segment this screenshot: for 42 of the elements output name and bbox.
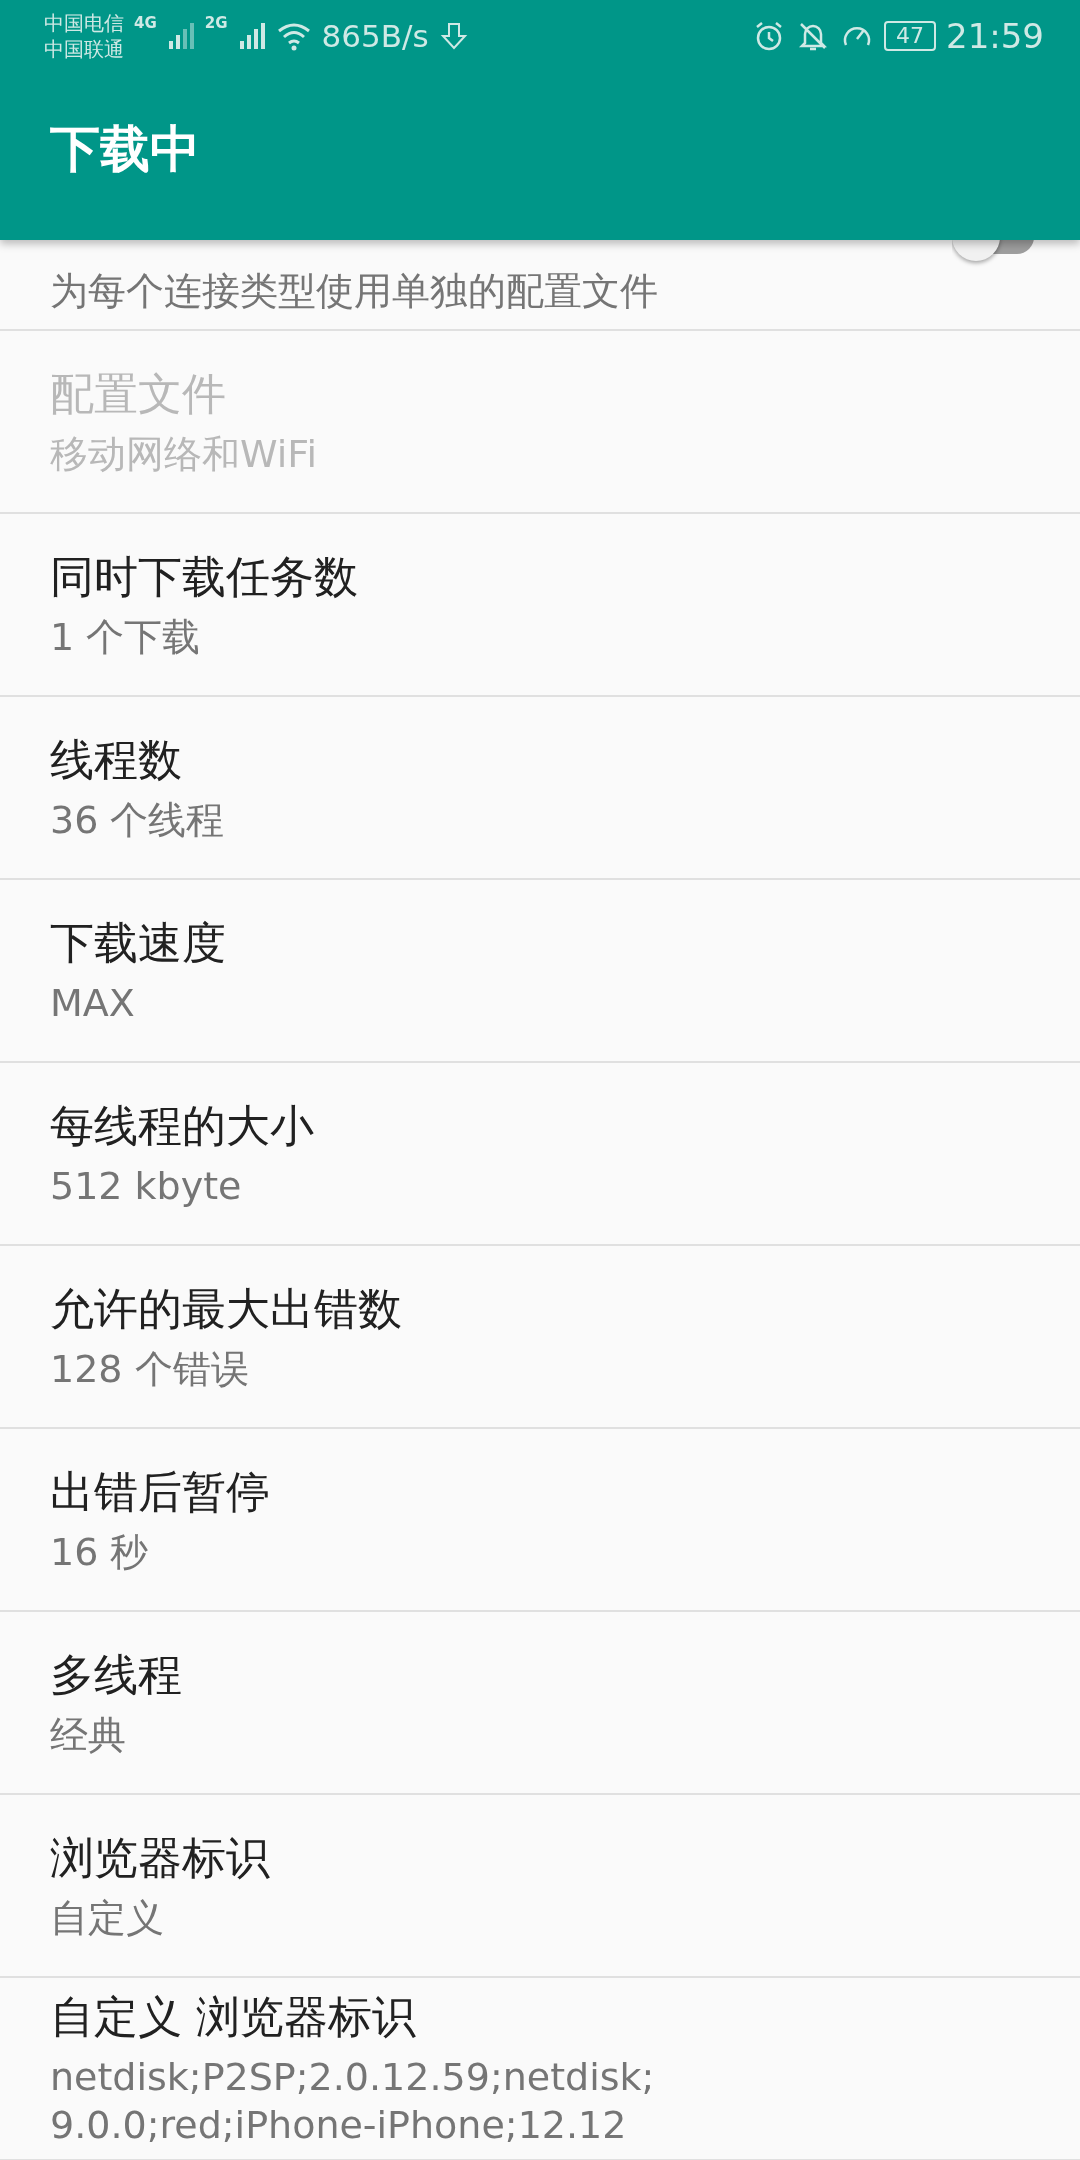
setting-summary: 为每个连接类型使用单独的配置文件 xyxy=(50,268,658,315)
clock-time: 21:59 xyxy=(946,16,1044,56)
setting-summary: 自定义 xyxy=(50,1895,165,1942)
setting-item[interactable]: 浏览器标识 自定义 xyxy=(0,1795,1080,1978)
setting-item[interactable]: 每线程的大小 512 kbyte xyxy=(0,1063,1080,1246)
setting-summary: 经典 xyxy=(50,1712,127,1759)
setting-title: 同时下载任务数 xyxy=(50,550,359,604)
setting-title: 下载速度 xyxy=(50,916,227,970)
carrier-name: 中国电信 xyxy=(44,10,124,36)
setting-item[interactable]: 多线程 经典 xyxy=(0,1612,1080,1795)
setting-summary: 16 秒 xyxy=(50,1529,150,1576)
setting-title: 浏览器标识 xyxy=(50,1831,271,1885)
setting-item[interactable]: 线程数 36 个线程 xyxy=(0,697,1080,880)
setting-summary: 移动网络和WiFi xyxy=(50,431,318,478)
setting-title: 多线程 xyxy=(50,1648,183,1702)
network-speed: 865B/s xyxy=(321,18,429,54)
setting-summary: 512 kbyte xyxy=(50,1163,243,1210)
setting-summary: MAX xyxy=(50,980,136,1027)
setting-item[interactable]: 自定义 浏览器标识 netdisk;P2SP;2.0.12.59;netdisk; 9.0.0;red;iPhone-iPhone;12.12 xyxy=(0,1978,1080,2160)
signal-icon xyxy=(166,21,195,51)
network-type: 2G xyxy=(204,14,228,32)
setting-item[interactable]: 下载速度 MAX xyxy=(0,880,1080,1063)
setting-item[interactable]: 允许的最大出错数 128 个错误 xyxy=(0,1246,1080,1429)
setting-title: 出错后暂停 xyxy=(50,1465,271,1519)
setting-title: 配置文件 xyxy=(50,367,227,421)
setting-summary: 36 个线程 xyxy=(50,797,226,844)
network-type: 4G xyxy=(134,14,157,32)
download-icon xyxy=(438,21,469,51)
setting-title: 每线程的大小 xyxy=(50,1099,315,1153)
signal-icon xyxy=(237,21,266,51)
setting-item[interactable]: 为每个连接类型使用单独的配置文件 xyxy=(0,240,1080,331)
setting-item[interactable]: 同时下载任务数 1 个下载 xyxy=(0,514,1080,697)
setting-summary: netdisk;P2SP;2.0.12.59;netdisk; 9.0.0;red;iPhone-iPhone;12.12 xyxy=(50,2054,656,2149)
carrier-name: 中国联通 xyxy=(44,36,124,62)
setting-title: 自定义 浏览器标识 xyxy=(50,1990,417,2044)
screen-title: 下载中 xyxy=(49,119,201,180)
setting-item[interactable]: 出错后暂停 16 秒 xyxy=(0,1429,1080,1612)
setting-title: 线程数 xyxy=(50,733,183,787)
setting-summary: 1 个下载 xyxy=(50,614,202,661)
setting-title: 允许的最大出错数 xyxy=(50,1282,403,1336)
setting-summary: 128 个错误 xyxy=(50,1346,250,1393)
battery-icon: 47 xyxy=(884,21,936,51)
